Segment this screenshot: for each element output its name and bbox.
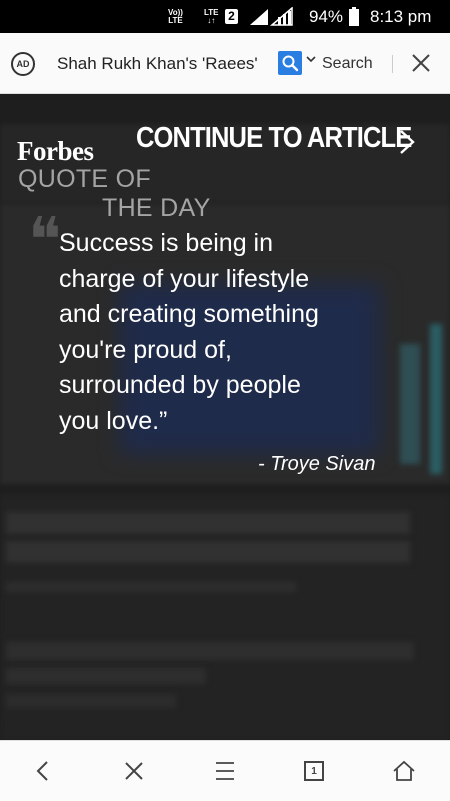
sim-slot-indicator: 2 <box>225 0 238 33</box>
home-button[interactable] <box>374 741 434 801</box>
quote-line: Success is being in <box>59 229 274 257</box>
menu-button[interactable] <box>195 741 255 801</box>
blurred-byline <box>6 582 296 592</box>
forbes-logo: Forbes <box>17 136 94 166</box>
browser-toolbar: AD Shah Rukh Khan's 'Raees' Search <box>0 33 450 124</box>
quote-line: you love.” <box>59 406 168 435</box>
back-button[interactable] <box>13 741 73 801</box>
signal-icon <box>248 0 294 33</box>
stop-button[interactable] <box>104 741 164 801</box>
battery-percent: 94% <box>309 6 344 26</box>
quote-text: Success is being in charge of your lifes… <box>59 226 409 439</box>
quote-line: and creating something <box>59 300 319 328</box>
volte-indicator: Vo)) LTE <box>168 0 183 33</box>
blurred-text-line <box>6 642 414 660</box>
close-icon <box>125 762 143 780</box>
battery-icon <box>348 0 360 33</box>
status-bar: Vo)) LTE LTE ↓↑ 2 94% 8:13 pm <box>0 0 450 33</box>
search-engine-icon[interactable] <box>278 51 302 75</box>
blurred-headline-line <box>6 541 410 563</box>
volte-bottom-text: LTE <box>168 15 183 25</box>
web-page: Forbes CONTINUE TO ARTICLE QUOTE OF THE … <box>0 94 450 740</box>
toolbar-divider <box>392 55 393 73</box>
search-button-label[interactable]: Search <box>322 52 373 76</box>
menu-icon <box>216 762 234 780</box>
chevron-left-icon <box>36 761 48 781</box>
chevron-right-icon[interactable] <box>398 128 416 156</box>
browser-bottom-nav: 1 <box>0 740 450 801</box>
close-icon[interactable] <box>408 50 434 76</box>
tabs-icon: 1 <box>304 761 324 781</box>
quote-line: surrounded by people <box>59 371 301 399</box>
tab-count: 1 <box>311 765 317 777</box>
lte-arrows-text: ↓↑ <box>207 15 216 25</box>
quote-of-the-day-label-2: THE DAY <box>102 194 211 222</box>
lte-indicator: LTE ↓↑ <box>204 0 219 33</box>
blurred-headline-line <box>6 512 410 534</box>
address-bar[interactable]: Shah Rukh Khan's 'Raees' <box>57 52 265 76</box>
blurred-text-line <box>6 694 176 708</box>
tabs-button[interactable]: 1 <box>284 741 344 801</box>
clock: 8:13 pm <box>370 6 432 26</box>
blurred-image-detail <box>430 324 442 474</box>
chevron-down-icon[interactable] <box>306 54 316 67</box>
quote-mark-icon: ❝ <box>28 207 62 275</box>
adblock-icon[interactable]: AD <box>11 52 35 76</box>
quote-line: you're proud of, <box>59 335 232 364</box>
home-icon <box>393 760 415 781</box>
quote-author: - Troye Sivan <box>258 453 376 475</box>
quote-line: charge of your lifestyle <box>59 264 310 293</box>
sim-slot-number: 2 <box>225 9 238 24</box>
adblock-icon-text: AD <box>16 59 30 69</box>
quote-of-the-day-label: QUOTE OF <box>18 165 151 193</box>
continue-to-article-link[interactable]: CONTINUE TO ARTICLE <box>136 122 412 155</box>
blurred-text-line <box>6 668 206 684</box>
